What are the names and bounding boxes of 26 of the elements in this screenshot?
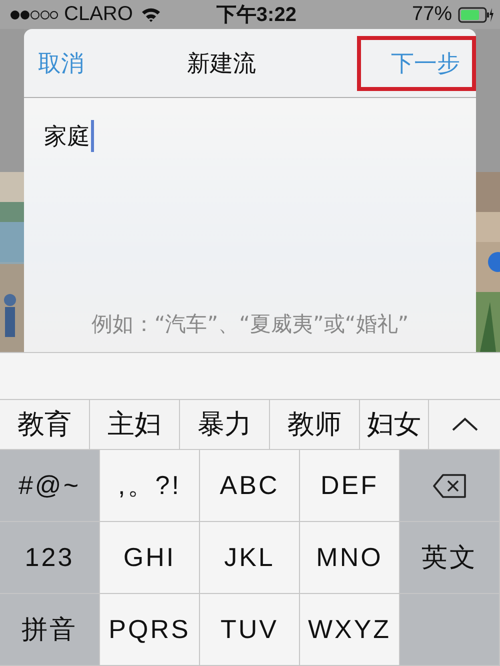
keyboard-key[interactable]: JKL <box>200 522 300 594</box>
clock-time: 下午3:22 <box>215 3 298 28</box>
example-hint: 例如：“汽车”、“夏威夷”或“婚礼” <box>90 311 410 338</box>
keyboard-key[interactable]: ,。?! <box>100 450 200 522</box>
keyboard-key[interactable]: 拼音 <box>0 594 100 666</box>
carrier-name: CLARO <box>64 3 133 26</box>
keyboard-key[interactable]: 英文 <box>400 522 500 594</box>
delete-icon <box>432 474 466 498</box>
signal-icon <box>10 8 58 21</box>
keyboard-key[interactable]: GHI <box>100 522 200 594</box>
keyboard-key[interactable]: ABC <box>200 450 300 522</box>
keyboard-key[interactable]: TUV <box>200 594 300 666</box>
wifi-icon <box>140 7 161 22</box>
keyboard-key[interactable]: DEF <box>300 450 400 522</box>
battery-percent: 77% <box>412 3 452 26</box>
name-input-field[interactable]: 家庭 <box>44 118 456 154</box>
delete-key[interactable] <box>400 450 500 522</box>
keyboard-key[interactable] <box>400 594 500 666</box>
keyboard-key[interactable]: 123 <box>0 522 100 594</box>
keyboard-key[interactable]: MNO <box>300 522 400 594</box>
keyboard-key[interactable]: PQRS <box>100 594 200 666</box>
keyboard-key[interactable]: #@~ <box>0 450 100 522</box>
dialog-title: 新建流 <box>187 50 256 79</box>
chevron-up-icon <box>452 417 478 432</box>
keyboard-key[interactable]: WXYZ <box>300 594 400 666</box>
battery-icon <box>458 6 494 23</box>
